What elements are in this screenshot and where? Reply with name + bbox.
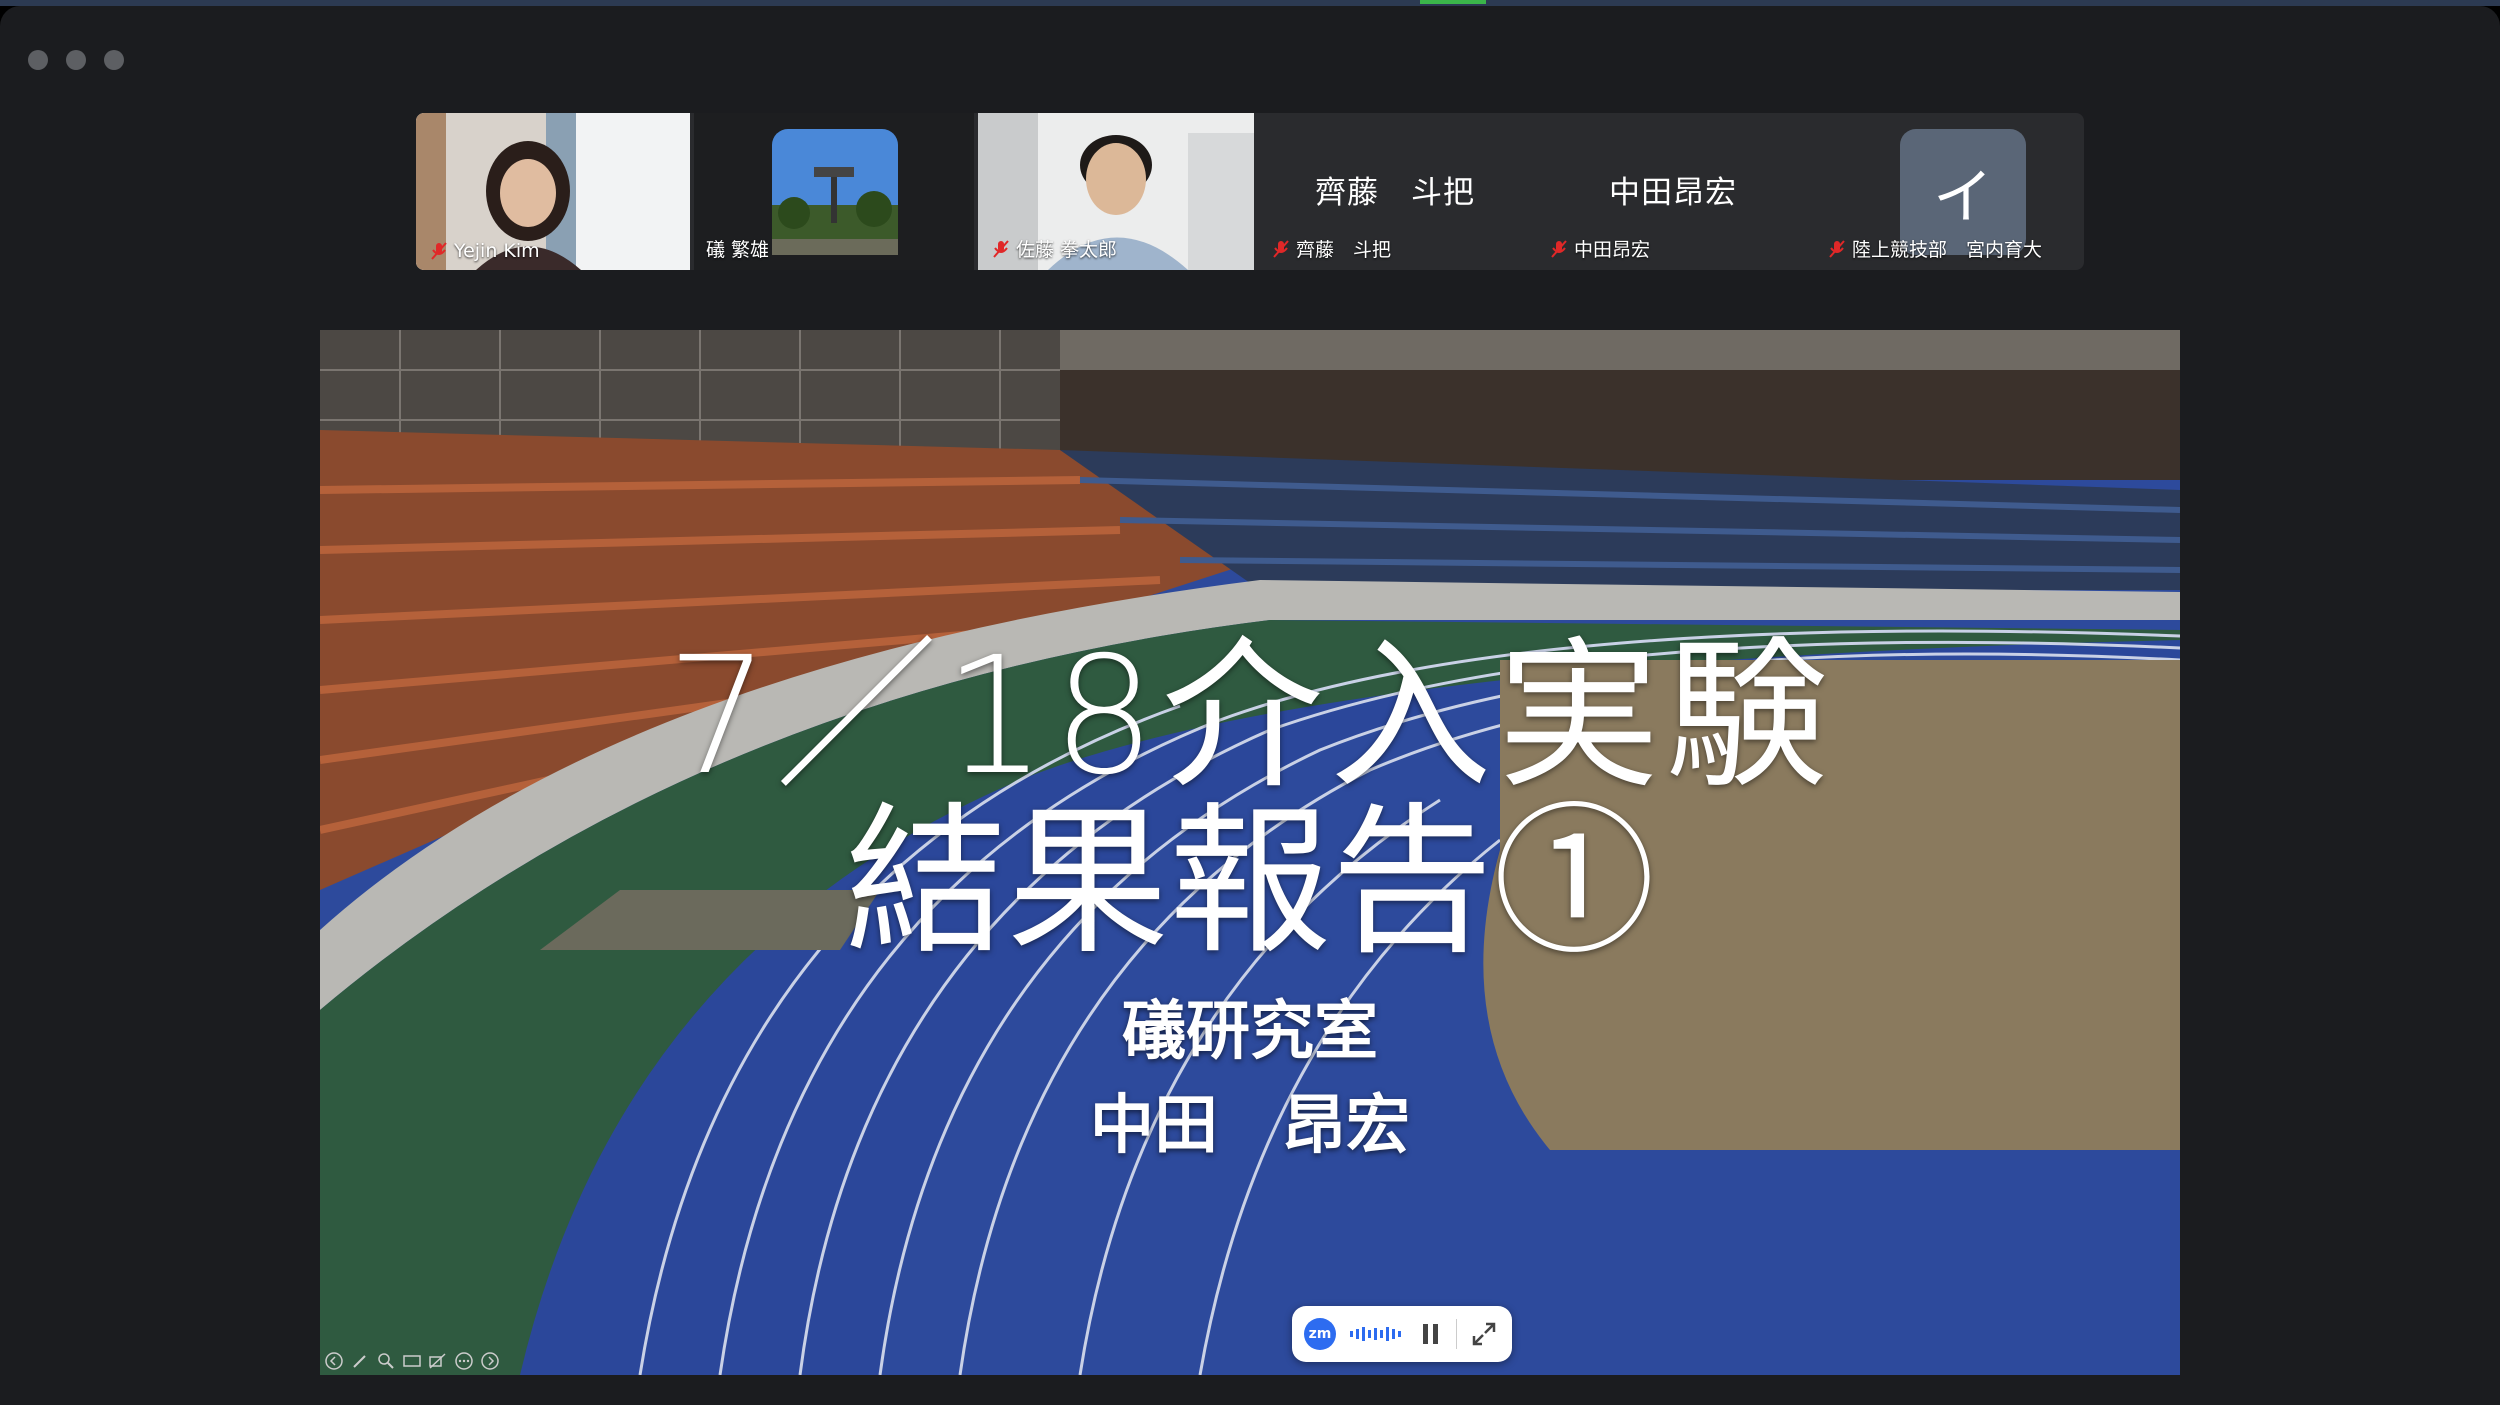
divider <box>1456 1319 1457 1349</box>
participant-display-name: 中田昂宏 <box>1609 175 1737 211</box>
participant-name: 陸上競技部 宮内育大 <box>1826 235 2042 262</box>
participant-tile-sato-kentaro[interactable]: 佐藤 拳太郎 <box>978 113 1254 270</box>
participant-tile-nakata-akihiro[interactable]: 中田昂宏 中田昂宏 <box>1536 113 1810 270</box>
mic-muted-icon <box>431 242 447 260</box>
shared-screen[interactable]: 7／18介入実験 結果報告① 礒研究室 中田 昂宏 <box>320 330 2180 1375</box>
window-minimize-button[interactable] <box>66 50 86 70</box>
top-accent <box>1420 0 1486 4</box>
participant-name: 礒 繁雄 <box>706 239 770 261</box>
previous-slide-icon[interactable] <box>324 1351 344 1371</box>
mic-muted-icon <box>993 239 1009 258</box>
slide-title-line2: 結果報告① <box>845 789 1655 977</box>
participant-tile-miyauchi[interactable]: イ 陸上競技部 宮内育大 <box>1814 113 2084 270</box>
subtitles-icon[interactable] <box>402 1351 422 1371</box>
pen-icon[interactable] <box>350 1351 370 1371</box>
participant-name: 齊藤 斗把 <box>1270 235 1391 262</box>
participant-display-name: 齊藤 斗把 <box>1315 175 1475 211</box>
next-slide-icon[interactable] <box>480 1351 500 1371</box>
pause-icon[interactable] <box>1420 1322 1442 1346</box>
bottom-bar <box>0 1380 2500 1405</box>
participant-tile-iso-shigeo[interactable]: 礒 繁雄 <box>694 113 974 270</box>
participant-name: Yejin Kim <box>428 240 540 262</box>
zoom-window: Yejin Kim 礒 繁雄 佐藤 拳太郎 齊藤 斗把 齊藤 斗把 中田昂宏 中… <box>0 6 2500 1405</box>
zoom-logo: zm <box>1304 1318 1336 1350</box>
mic-muted-icon <box>1273 239 1289 258</box>
more-options-icon[interactable] <box>454 1351 474 1371</box>
window-close-button[interactable] <box>28 50 48 70</box>
slideshow-toolbar <box>324 1351 500 1371</box>
slide-lab: 礒研究室 <box>1122 995 1378 1069</box>
expand-icon[interactable] <box>1471 1321 1497 1347</box>
camera-off-icon[interactable] <box>428 1351 448 1371</box>
participant-name: 佐藤 拳太郎 <box>990 235 1117 262</box>
slide-presenter: 中田 昂宏 <box>1090 1089 1410 1163</box>
mic-muted-icon <box>1829 239 1845 258</box>
zoom-icon[interactable] <box>376 1351 396 1371</box>
participant-gallery: Yejin Kim 礒 繁雄 佐藤 拳太郎 齊藤 斗把 齊藤 斗把 中田昂宏 中… <box>416 113 2084 270</box>
participant-name: 中田昂宏 <box>1548 235 1650 262</box>
participant-tile-saito-toha[interactable]: 齊藤 斗把 齊藤 斗把 <box>1258 113 1532 270</box>
mic-muted-icon <box>1551 239 1567 258</box>
audio-level-icon <box>1350 1327 1401 1341</box>
participant-tile-yejin-kim[interactable]: Yejin Kim <box>416 113 690 270</box>
window-zoom-button[interactable] <box>104 50 124 70</box>
recording-indicator[interactable]: zm <box>1292 1306 1512 1362</box>
